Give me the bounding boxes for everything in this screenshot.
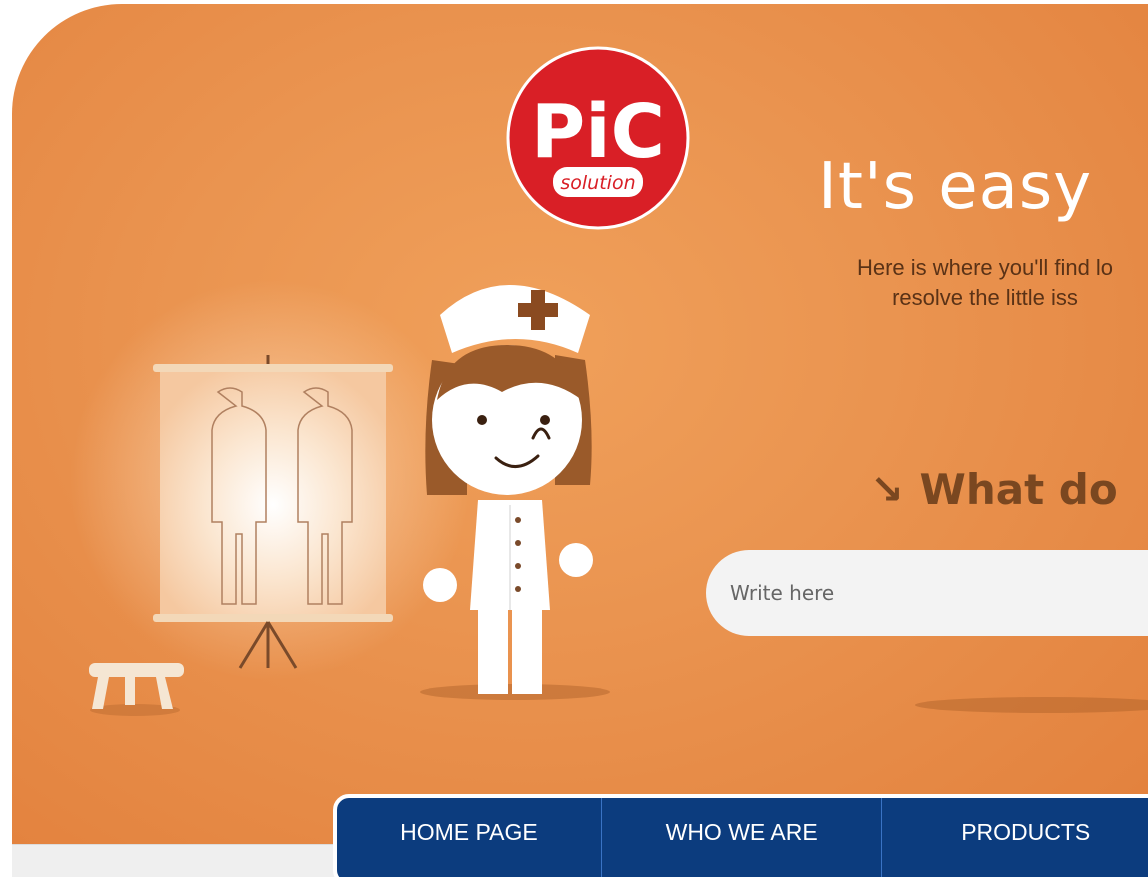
page: PiC solution It's easy Here is where you… — [0, 0, 1148, 877]
stool-icon — [89, 663, 184, 716]
nav-item-who-we-are[interactable]: WHO WE ARE — [602, 798, 883, 877]
pic-solution-logo[interactable]: PiC solution — [505, 45, 691, 231]
arrow-down-right-icon: ↘ — [870, 466, 904, 513]
search-question: ↘ What do — [870, 465, 1118, 514]
search-input[interactable] — [706, 550, 1148, 636]
nav-item-home-page[interactable]: HOME PAGE — [337, 798, 602, 877]
main-nav: HOME PAGE WHO WE ARE PRODUCTS — [333, 794, 1148, 877]
logo-sub-text: solution — [560, 172, 635, 194]
search-question-text: What do — [919, 465, 1118, 514]
hero-headline: It's easy — [818, 150, 1093, 224]
nav-item-products[interactable]: PRODUCTS — [882, 798, 1148, 877]
hero-subtext: Here is where you'll find lo resolve the… — [755, 253, 1148, 313]
anatomy-chart-icon — [153, 355, 393, 669]
nurse-icon — [420, 285, 610, 700]
hero-subtext-line-1: Here is where you'll find lo — [856, 255, 1114, 280]
hero-subtext-line-2: resolve the little iss — [892, 285, 1078, 310]
logo-main-text: PiC — [531, 89, 665, 175]
